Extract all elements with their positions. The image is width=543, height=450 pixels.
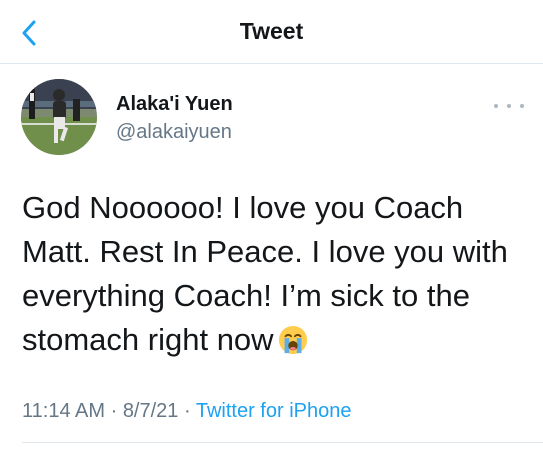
football-player-photo	[21, 79, 97, 155]
tweet-metadata: 11:14 AM · 8/7/21 · Twitter for iPhone	[22, 400, 351, 423]
separator: ·	[178, 400, 196, 422]
tweet-source-link[interactable]: Twitter for iPhone	[196, 400, 352, 422]
more-options-button[interactable]	[494, 96, 524, 116]
dot-icon	[507, 104, 511, 108]
tweet-date: 8/7/21	[122, 400, 179, 422]
page-title: Tweet	[239, 18, 304, 44]
dot-icon	[494, 104, 498, 108]
dot-icon	[520, 104, 524, 108]
loudly-crying-face-icon	[278, 325, 307, 355]
tweet-body: God Noooooo! I love you Coach Matt. Rest…	[22, 190, 508, 357]
author-handle[interactable]: @alakaiyuen	[116, 121, 232, 144]
top-nav-bar: Tweet	[0, 0, 543, 64]
avatar[interactable]	[21, 79, 97, 155]
separator: ·	[105, 400, 123, 422]
tweet-time: 11:14 AM	[22, 400, 106, 422]
author-name[interactable]: Alaka'i Yuen	[116, 93, 233, 116]
divider	[22, 442, 543, 443]
tweet-text: God Noooooo! I love you Coach Matt. Rest…	[22, 186, 527, 362]
